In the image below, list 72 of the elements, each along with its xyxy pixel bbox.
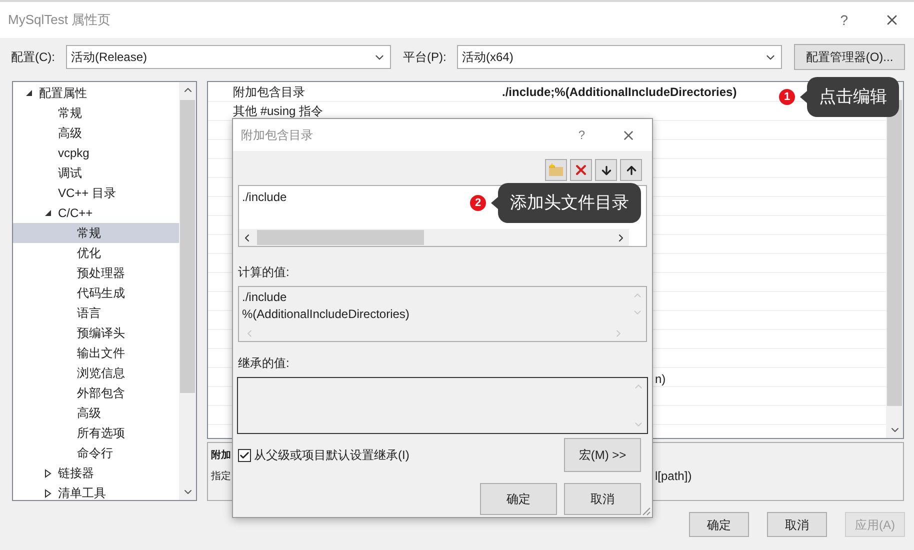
directory-entry[interactable]: ./include (242, 188, 287, 206)
dialog-button[interactable]: 取消 (564, 483, 641, 515)
tree-item[interactable]: 语言 (13, 303, 179, 323)
tree-item[interactable]: C/C++ (13, 203, 179, 223)
scrollbar[interactable] (179, 82, 196, 500)
inherit-checkbox[interactable]: 从父级或项目默认设置继承(I) (238, 446, 410, 464)
checkbox[interactable] (238, 448, 251, 462)
computed-label: 计算的值: (238, 264, 290, 281)
scroll-thumb[interactable] (257, 230, 424, 245)
scroll-thumb[interactable] (180, 100, 195, 393)
tree-item[interactable]: VC++ 目录 (13, 183, 179, 203)
new-folder-icon (548, 163, 564, 177)
macro-button[interactable]: 宏(M) >> (564, 438, 641, 472)
dialog-button[interactable]: 确定 (480, 483, 557, 515)
tree-item[interactable]: 命令行 (13, 443, 179, 463)
callout-label: 点击编辑 (807, 77, 899, 117)
window-title: MySqlTest 属性页 (8, 11, 111, 30)
callout-label: 添加头文件目录 (498, 183, 641, 223)
dialog-button[interactable]: 确定 (689, 512, 749, 537)
arrow-down-icon (600, 164, 612, 176)
tree-item[interactable]: 清单工具 (13, 483, 179, 503)
description-text: 指定 (211, 470, 231, 484)
horizontal-scrollbar[interactable] (239, 229, 629, 246)
check-icon (239, 450, 250, 460)
collapsed-triangle-icon[interactable] (44, 488, 52, 498)
tree-item[interactable]: 所有选项 (13, 423, 179, 443)
scroll-thumb[interactable] (887, 100, 902, 406)
dialog-button[interactable]: 取消 (767, 512, 827, 537)
dialog-title: 附加包含目录 (241, 127, 313, 144)
delete-button[interactable] (570, 159, 592, 181)
tree-item[interactable]: 代码生成 (13, 283, 179, 303)
expanded-triangle-icon[interactable] (44, 209, 52, 217)
platform-dropdown[interactable]: 活动(x64) (457, 45, 782, 69)
expanded-triangle-icon[interactable] (25, 89, 33, 97)
tree-item[interactable]: 常规 (13, 223, 179, 243)
platform-label: 平台(P): (403, 49, 448, 66)
config-label: 配置(C): (11, 49, 56, 66)
callout-pointer-icon (491, 197, 498, 209)
tree-item[interactable]: vcpkg (13, 143, 179, 163)
tree-item[interactable]: 调试 (13, 163, 179, 183)
property-value: n) (655, 371, 666, 388)
tree-item[interactable]: 预处理器 (13, 263, 179, 283)
help-button[interactable]: ? (578, 126, 585, 144)
inherited-label: 继承的值: (238, 355, 290, 372)
delete-icon (573, 162, 589, 178)
tree-item[interactable]: 优化 (13, 243, 179, 263)
tree-item[interactable]: 预编译头 (13, 323, 179, 343)
description-title: 附加 (211, 448, 231, 463)
tree-item[interactable]: 浏览信息 (13, 363, 179, 383)
tree-item[interactable]: 输出文件 (13, 343, 179, 363)
scrollbar[interactable] (886, 82, 903, 438)
description-text: l[path]) (655, 468, 692, 485)
config-manager-button[interactable]: 配置管理器(O)... (794, 44, 905, 70)
config-dropdown[interactable]: 活动(Release) (66, 45, 391, 69)
tree-item[interactable]: 配置属性 (13, 83, 179, 103)
property-name[interactable]: 附加包含目录 (233, 83, 502, 101)
callout-pointer-icon (800, 91, 807, 103)
move-down-button[interactable] (595, 159, 617, 181)
property-name[interactable]: 其他 #using 指令 (233, 102, 502, 120)
arrow-up-icon (624, 164, 638, 176)
tree-item[interactable]: 常规 (13, 103, 179, 123)
computed-value: ./include (242, 289, 287, 306)
help-button[interactable]: ? (840, 10, 848, 30)
move-up-button[interactable] (620, 159, 642, 181)
tree-item[interactable]: 外部包含 (13, 383, 179, 403)
collapsed-triangle-icon[interactable] (44, 468, 52, 478)
tree-item[interactable]: 高级 (13, 123, 179, 143)
property-value[interactable]: ./include;%(AdditionalIncludeDirectories) (502, 83, 737, 101)
tree-item[interactable]: 高级 (13, 403, 179, 423)
computed-value: %(AdditionalIncludeDirectories) (242, 306, 410, 323)
resize-grip-icon[interactable] (641, 506, 651, 516)
tree-item[interactable]: 链接器 (13, 463, 179, 483)
